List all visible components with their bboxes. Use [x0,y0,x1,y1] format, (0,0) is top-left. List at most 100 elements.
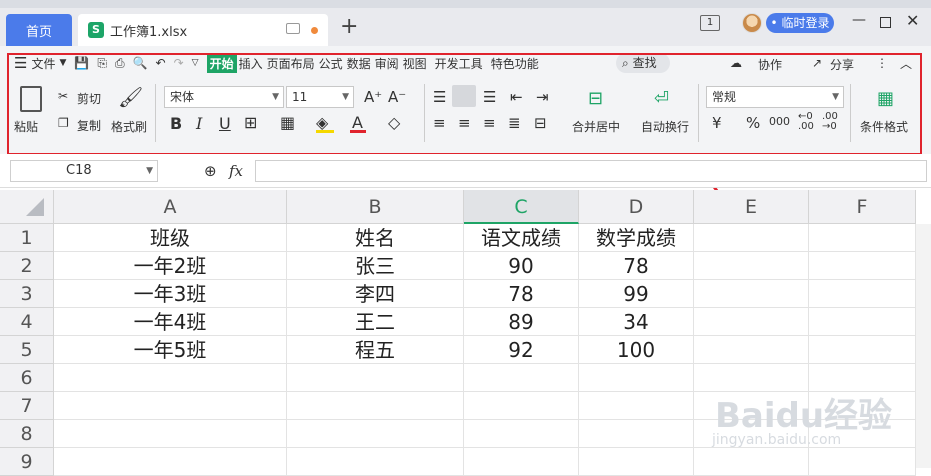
column-header-d[interactable]: D [579,190,694,224]
vertical-scrollbar[interactable] [916,224,931,468]
login-button[interactable]: • 临时登录 [766,13,834,33]
minimize-icon[interactable]: — [852,12,866,28]
row-header-6[interactable]: 6 [0,364,54,392]
format-painter-button[interactable]: 格式刷 [111,118,147,135]
tab-view[interactable]: 视图 [403,55,427,72]
export-icon[interactable]: ⎘ [97,56,107,71]
cut-button[interactable]: 剪切 [77,90,101,107]
row-header-9[interactable]: 9 [0,448,54,476]
merge-center-button[interactable]: 合并居中 [572,118,620,135]
collapse-ribbon-icon[interactable]: ︿ [900,55,912,72]
copy-button[interactable]: 复制 [77,117,101,134]
tab-features[interactable]: 特色功能 [491,55,539,72]
justify-icon[interactable]: ≣ [508,114,521,132]
underline-button[interactable]: U [219,114,231,133]
tab-insert[interactable]: 插入 [239,55,263,72]
clear-format-icon[interactable]: ◇ [388,113,400,132]
cell-c7[interactable] [464,392,579,420]
decrease-indent-icon[interactable]: ⇤ [510,88,523,106]
tab-formulas[interactable]: 公式 [319,55,343,72]
cell-d4[interactable]: 34 [579,308,694,336]
cell-f1[interactable] [809,224,916,252]
align-top-icon[interactable]: ☰ [433,88,446,106]
decrease-decimal-icon[interactable]: .00 →0 [822,112,838,132]
cloud-icon[interactable]: ☁ [730,56,742,70]
cell-e5[interactable] [694,336,809,364]
redo-icon[interactable]: ↷ [174,56,184,70]
cell-d2[interactable]: 78 [579,252,694,280]
format-painter-icon[interactable]: 🖌 [118,85,143,109]
cell-b7[interactable] [287,392,464,420]
maximize-icon[interactable] [880,17,891,28]
column-header-c[interactable]: C [464,190,579,224]
column-header-e[interactable]: E [694,190,809,224]
monitor-icon[interactable] [286,23,300,34]
cell-f5[interactable] [809,336,916,364]
row-header-2[interactable]: 2 [0,252,54,280]
undo-icon[interactable]: ↶ [156,56,166,70]
fill-pattern-icon[interactable]: ▦ [280,113,295,132]
cell-a1[interactable]: 班级 [54,224,287,252]
number-format-select[interactable]: 常规 ▼ [706,86,844,108]
cell-d3[interactable]: 99 [579,280,694,308]
row-header-8[interactable]: 8 [0,420,54,448]
cell-a2[interactable]: 一年2班 [54,252,287,280]
cell-a5[interactable]: 一年5班 [54,336,287,364]
new-tab-button[interactable]: + [340,14,358,39]
percent-button[interactable]: % [746,114,760,132]
column-header-a[interactable]: A [54,190,287,224]
bold-button[interactable]: B [170,114,182,133]
decrease-font-icon[interactable]: A⁻ [388,88,406,106]
wrap-text-button[interactable]: 自动换行 [641,118,689,135]
cell-c6[interactable] [464,364,579,392]
align-bottom-icon[interactable]: ☰ [483,88,496,106]
row-header-5[interactable]: 5 [0,336,54,364]
save-icon[interactable]: 💾 [74,56,89,70]
collaborate-button[interactable]: 协作 [758,56,782,73]
search-button[interactable]: ⌕ 查找 [616,53,670,73]
cell-d9[interactable] [579,448,694,476]
cell-e1[interactable] [694,224,809,252]
cell-b2[interactable]: 张三 [287,252,464,280]
cell-a9[interactable] [54,448,287,476]
cell-c2[interactable]: 90 [464,252,579,280]
cell-c3[interactable]: 78 [464,280,579,308]
row-header-4[interactable]: 4 [0,308,54,336]
chevron-down-icon[interactable]: ▼ [59,58,66,68]
align-right-icon[interactable]: ≡ [483,114,496,132]
cell-f9[interactable] [809,448,916,476]
cell-e9[interactable] [694,448,809,476]
cell-c1[interactable]: 语文成绩 [464,224,579,252]
file-menu[interactable]: 文件 [31,55,55,72]
distributed-icon[interactable]: ⊟ [534,114,547,132]
chevron-down-icon[interactable]: ▼ [146,161,153,181]
cell-d5[interactable]: 100 [579,336,694,364]
cut-icon[interactable]: ✂ [58,89,68,103]
share-icon[interactable]: ↗ [812,56,822,70]
tab-start[interactable]: 开始 [206,53,237,73]
align-middle-icon[interactable] [452,85,476,107]
cell-c8[interactable] [464,420,579,448]
font-size-select[interactable]: 11 ▼ [286,86,354,108]
cell-b9[interactable] [287,448,464,476]
tab-developer[interactable]: 开发工具 [435,55,483,72]
cell-b8[interactable] [287,420,464,448]
italic-button[interactable]: I [196,114,202,133]
row-header-1[interactable]: 1 [0,224,54,252]
increase-decimal-icon[interactable]: ←0.00 [798,112,814,132]
cell-b5[interactable]: 程五 [287,336,464,364]
hamburger-icon[interactable]: ☰ [14,54,27,72]
document-tab[interactable]: S 工作簿1.xlsx [78,14,328,46]
font-name-select[interactable]: 宋体 ▼ [164,86,284,108]
name-box[interactable]: C18 ▼ [10,160,158,182]
cell-b6[interactable] [287,364,464,392]
print-preview-icon[interactable]: 🔍 [133,56,148,70]
conditional-format-button[interactable]: 条件格式 [860,118,908,135]
paste-icon[interactable] [20,86,42,112]
cell-f4[interactable] [809,308,916,336]
cell-f2[interactable] [809,252,916,280]
column-header-b[interactable]: B [287,190,464,224]
cell-d1[interactable]: 数学成绩 [579,224,694,252]
more-icon[interactable]: ⋮ [876,56,888,70]
increase-font-icon[interactable]: A⁺ [364,88,382,106]
